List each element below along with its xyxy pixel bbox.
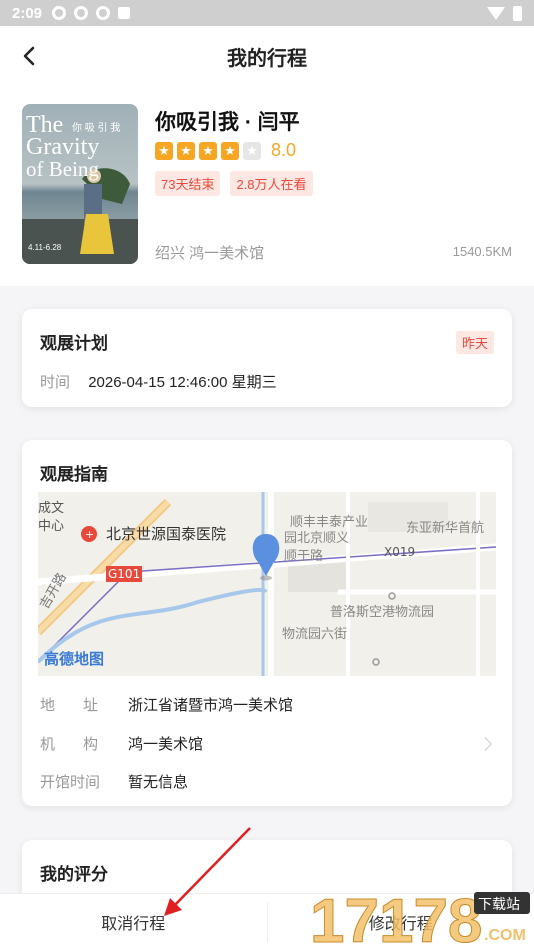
site-watermark-logo: 17178 下载站 .COM <box>310 887 530 950</box>
plan-time-value: 2026-04-15 12:46:00 星期三 <box>88 374 277 391</box>
exhibit-location: 绍兴 鸿一美术馆 <box>155 245 265 262</box>
notification-icon <box>96 6 111 20</box>
address-label: 地址 <box>40 697 127 714</box>
map-label-shunyi: 园北京顺义 <box>284 531 349 546</box>
star-icon: ★ <box>155 141 173 160</box>
map-label-g101: G101 <box>108 567 140 581</box>
review-title: 我的评分 <box>40 865 108 884</box>
hours-label: 开馆时间 <box>40 774 101 791</box>
map-label-x019: X019 <box>384 545 415 559</box>
map-canvas: + 北京世源国泰医院 成文 中心 G101 顺丰丰泰产业 园北京顺义 顺于路 X… <box>38 492 496 676</box>
amap-logo: 高德地图 <box>44 650 104 668</box>
status-time: 2:09 <box>12 4 43 22</box>
poster-image: The 你 吸 引 我 Gravity of Being 4.11-6.28 <box>22 104 138 264</box>
svg-text:17178: 17178 <box>310 887 482 950</box>
app-header: 我的行程 <box>0 26 534 86</box>
page-title: 我的行程 <box>227 47 307 70</box>
battery-icon <box>513 5 522 21</box>
poster-cn-title: 你 吸 引 我 <box>72 121 120 134</box>
plan-time-row: 时间 2026-04-15 12:46:00 星期三 <box>40 371 277 392</box>
map-label-shunfeng: 顺丰丰泰产业 <box>290 515 368 530</box>
app-notification-icon <box>118 7 131 19</box>
map-label-wuliu: 物流园六街 <box>282 627 347 642</box>
address-row: 地址 浙江省诸暨市鸿一美术馆 <box>40 694 494 715</box>
notification-icon <box>74 6 89 20</box>
chevron-left-icon <box>23 46 35 66</box>
visit-guide-card: 观展指南 + 北京世源国泰医院 成文 中心 G101 顺丰丰泰产业 园北京顺义 <box>22 440 512 806</box>
organization-label: 机构 <box>40 736 127 753</box>
wifi-icon <box>487 6 505 20</box>
rating-score: 8.0 <box>271 140 297 160</box>
poster-dates: 4.11-6.28 <box>28 243 62 252</box>
map-label-shunyu: 顺于路 <box>284 548 323 564</box>
visit-plan-card: 观展计划 昨天 时间 2026-04-15 12:46:00 星期三 <box>22 309 512 407</box>
svg-text:.COM: .COM <box>484 927 526 944</box>
hours-value: 暂无信息 <box>128 774 189 791</box>
star-icon: ★ <box>199 141 217 160</box>
address-value: 浙江省诸暨市鸿一美术馆 <box>128 697 294 714</box>
days-left-badge: 73天结束 <box>155 171 221 196</box>
plan-time-label: 时间 <box>40 374 71 391</box>
svg-text:+: + <box>85 528 94 541</box>
svg-text:下载站: 下载站 <box>478 897 520 913</box>
star-icon: ★ <box>177 141 195 160</box>
map-label-hospital: 北京世源国泰医院 <box>106 525 226 543</box>
map-label-chengwen: 成文 <box>38 501 64 516</box>
star-icon: ★ <box>221 141 239 160</box>
exhibit-name[interactable]: 你吸引我 · 闫平 <box>155 106 300 136</box>
plan-title: 观展计划 <box>40 334 108 353</box>
cancel-trip-button[interactable]: 取消行程 <box>0 894 267 950</box>
guide-title: 观展指南 <box>40 465 108 484</box>
organization-row[interactable]: 机构 鸿一美术馆 <box>40 733 494 754</box>
yesterday-badge: 昨天 <box>455 331 494 354</box>
poster-title-3: of Being <box>26 157 99 181</box>
organization-value: 鸿一美术馆 <box>128 736 204 753</box>
notification-icon <box>52 6 67 20</box>
back-button[interactable] <box>18 42 42 70</box>
exhibit-poster[interactable]: The 你 吸 引 我 Gravity of Being 4.11-6.28 <box>22 104 138 264</box>
hours-row: 开馆时间 暂无信息 <box>40 771 494 792</box>
rating-stars: ★ ★ ★ ★ ★ 8.0 <box>155 140 296 161</box>
exhibit-distance: 1540.5KM <box>452 244 512 259</box>
exhibit-tags: 73天结束 2.8万人在看 <box>155 171 313 196</box>
location-map[interactable]: + 北京世源国泰医院 成文 中心 G101 顺丰丰泰产业 园北京顺义 顺于路 X… <box>38 492 496 676</box>
map-label-zhongxin: 中心 <box>38 519 64 534</box>
map-label-dongya: 东亚新华首航 <box>406 520 484 536</box>
map-label-puluosi: 普洛斯空港物流园 <box>330 605 434 620</box>
star-empty-icon: ★ <box>243 141 261 160</box>
chevron-right-icon <box>477 736 493 751</box>
viewers-badge: 2.8万人在看 <box>230 171 313 196</box>
status-bar: 2:09 <box>0 0 534 26</box>
